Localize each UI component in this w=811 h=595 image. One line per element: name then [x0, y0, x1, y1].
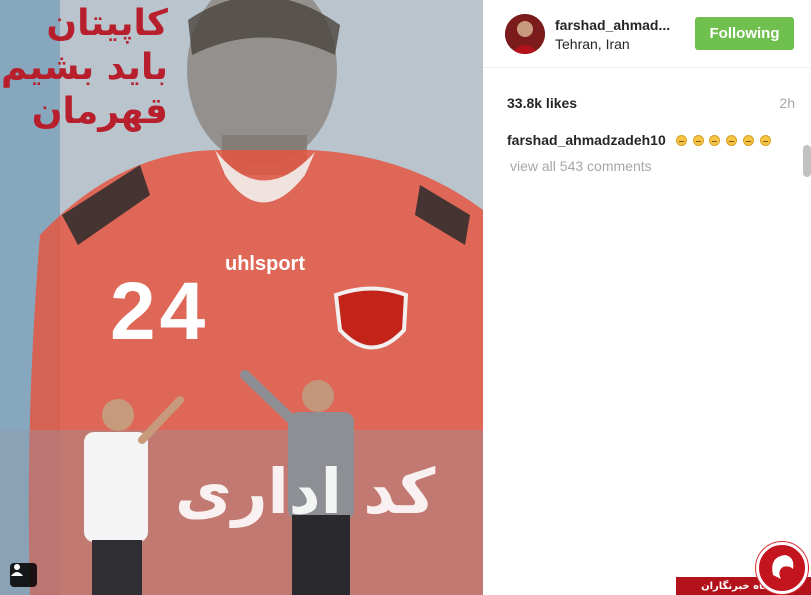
- user-tag-icon[interactable]: [10, 563, 37, 587]
- caption-emojis: [674, 132, 772, 148]
- banner-line: کاپیتان: [46, 3, 168, 44]
- likes-count[interactable]: 33.8k likes: [507, 95, 577, 111]
- banner-line: باید بشیم: [1, 47, 168, 88]
- jersey-number: 24: [110, 266, 210, 357]
- post-header: farshad_ahmad... Tehran, Iran Following: [483, 0, 811, 68]
- comments-scrollbar[interactable]: [801, 120, 811, 595]
- jersey-brand: uhlsport: [225, 253, 305, 275]
- face-emoji-icon: [760, 135, 772, 146]
- caption: farshad_ahmadzadeh10: [507, 132, 772, 148]
- scroll-thumb[interactable]: [803, 145, 811, 177]
- face-emoji-icon: [675, 135, 687, 146]
- following-button[interactable]: Following: [695, 17, 794, 50]
- brand-logo-icon: [756, 542, 808, 594]
- face-emoji-icon: [709, 135, 721, 146]
- banner-text: کاپیتان باید بشیم قهرمان: [1, 2, 168, 134]
- watermark: باشگاه خبرنگاران: [676, 540, 811, 595]
- location-link[interactable]: Tehran, Iran: [555, 36, 630, 52]
- caption-username[interactable]: farshad_ahmadzadeh10: [507, 132, 666, 148]
- face-emoji-icon: [726, 135, 738, 146]
- banner-line: قهرمان: [31, 91, 168, 132]
- username-link[interactable]: farshad_ahmad...: [555, 17, 670, 33]
- post-photo[interactable]: کاپیتان باید بشیم قهرمان uhlsport 24 کد …: [0, 0, 483, 595]
- jersey-bottom-text: کد اداری: [175, 455, 436, 528]
- post-time[interactable]: 2h: [779, 95, 795, 111]
- likes-row: 33.8k likes 2h: [507, 94, 795, 114]
- avatar[interactable]: [505, 14, 545, 54]
- face-emoji-icon: [692, 135, 704, 146]
- view-all-comments-link[interactable]: view all 543 comments: [510, 158, 652, 174]
- face-emoji-icon: [743, 135, 755, 146]
